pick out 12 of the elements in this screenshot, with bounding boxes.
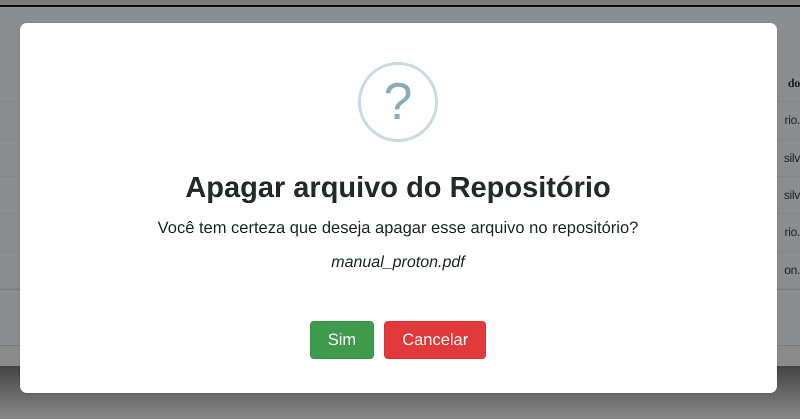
dialog-title: Apagar arquivo do Repositório	[185, 172, 611, 205]
file-name: manual_proton.pdf	[331, 254, 465, 272]
cancel-button[interactable]: Cancelar	[384, 321, 486, 359]
column-header: do	[788, 76, 800, 91]
table-cell: rio.	[784, 225, 800, 240]
dialog-message: Você tem certeza que deseja apagar esse arquivo no repositório?	[158, 219, 638, 238]
table-cell: on.	[784, 262, 800, 277]
question-icon: ?	[358, 62, 438, 142]
table-cell: silv	[784, 150, 800, 165]
table-cell: silv	[784, 188, 800, 202]
table-cell: rio.	[784, 113, 800, 128]
confirm-button[interactable]: Sim	[310, 321, 374, 359]
